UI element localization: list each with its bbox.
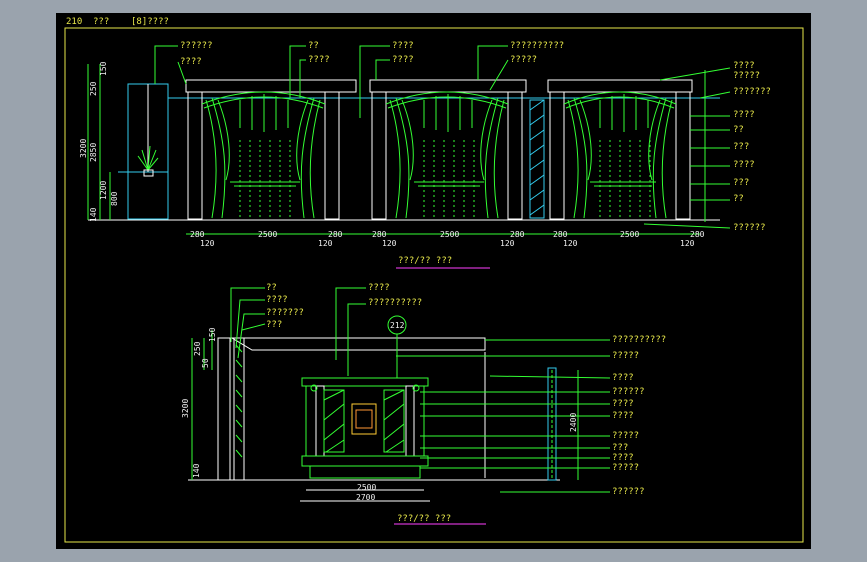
svg-text:2500: 2500 (258, 230, 277, 239)
svg-text:140: 140 (192, 463, 201, 478)
svg-text:??????: ?????? (180, 41, 213, 51)
svg-text:120: 120 (200, 239, 215, 248)
svg-text:???: ??? (612, 443, 628, 453)
svg-text:?????: ????? (612, 431, 639, 441)
svg-text:??: ?? (308, 41, 319, 51)
svg-text:1200: 1200 (99, 181, 108, 200)
svg-text:280: 280 (190, 230, 205, 239)
svg-text:2400: 2400 (569, 413, 578, 432)
svg-text:120: 120 (382, 239, 397, 248)
svg-text:?????: ????? (612, 463, 639, 473)
svg-text:2500: 2500 (440, 230, 459, 239)
svg-text:?????: ????? (612, 351, 639, 361)
svg-text:??????: ?????? (733, 223, 766, 233)
svg-text:????: ???? (612, 411, 634, 421)
svg-text:150: 150 (99, 61, 108, 76)
svg-text:???: ??? (733, 178, 749, 188)
header-code: 210 (66, 17, 82, 27)
svg-text:150: 150 (208, 327, 217, 342)
svg-text:????: ???? (612, 373, 634, 383)
svg-text:800: 800 (110, 191, 119, 206)
svg-text:????: ???? (368, 283, 390, 293)
elevation-2-title: ???/?? ??? (397, 514, 451, 524)
cad-drawing: 210 ??? [8]???? 150 250 3200 2850 1200 8… (64, 17, 804, 543)
svg-text:??????: ?????? (612, 387, 645, 397)
svg-text:???: ??? (733, 142, 749, 152)
svg-text:????: ???? (392, 55, 414, 65)
svg-text:250: 250 (89, 81, 98, 96)
svg-text:280: 280 (510, 230, 525, 239)
svg-text:2700: 2700 (356, 493, 375, 502)
curtain-bay-2 (369, 79, 527, 220)
svg-text:140: 140 (89, 207, 98, 222)
svg-text:????: ???? (612, 453, 634, 463)
bottom-dims-1: 280 120 2500 120 280 280 120 2500 120 28… (190, 230, 705, 248)
svg-text:???: ??? (266, 320, 282, 330)
svg-text:????: ???? (733, 110, 755, 120)
svg-text:??????: ?????? (612, 487, 645, 497)
svg-text:120: 120 (680, 239, 695, 248)
curtain-bay-3 (547, 79, 693, 220)
svg-text:120: 120 (563, 239, 578, 248)
elevation-1-title: ???/?? ??? (398, 256, 452, 266)
svg-text:???????: ??????? (266, 308, 304, 318)
svg-text:??????????: ?????????? (612, 335, 666, 345)
svg-text:??: ?? (266, 283, 277, 293)
svg-text:?????: ????? (733, 71, 760, 81)
svg-text:????: ???? (612, 399, 634, 409)
svg-text:???????: ??????? (733, 87, 771, 97)
svg-text:250: 250 (193, 341, 202, 356)
svg-text:?????: ????? (510, 55, 537, 65)
svg-text:??????????: ?????????? (510, 41, 564, 51)
svg-text:280: 280 (328, 230, 343, 239)
header-bracket: [8]???? (131, 17, 169, 27)
header-word: ??? (93, 17, 109, 27)
svg-text:280: 280 (690, 230, 705, 239)
svg-text:??: ?? (733, 125, 744, 135)
svg-text:????: ???? (308, 55, 330, 65)
svg-text:????: ???? (733, 61, 755, 71)
curtain-bay-1 (185, 79, 357, 220)
svg-text:212: 212 (390, 321, 405, 330)
svg-text:2500: 2500 (357, 483, 376, 492)
elevation-2: 212 ?? ???? ??????? ??? ???? ?????????? … (181, 283, 666, 525)
svg-text:3200: 3200 (181, 399, 190, 418)
svg-text:120: 120 (500, 239, 515, 248)
svg-text:??: ?? (733, 194, 744, 204)
svg-text:????: ???? (392, 41, 414, 51)
svg-text:????: ???? (266, 295, 288, 305)
svg-text:280: 280 (553, 230, 568, 239)
svg-text:280: 280 (372, 230, 387, 239)
svg-text:????: ???? (733, 160, 755, 170)
svg-text:2500: 2500 (620, 230, 639, 239)
svg-text:3200: 3200 (79, 139, 88, 158)
fireplace-unit (301, 377, 429, 479)
svg-text:??????????: ?????????? (368, 298, 422, 308)
svg-text:50: 50 (201, 358, 210, 368)
title-frame (64, 27, 804, 543)
svg-text:2850: 2850 (89, 143, 98, 162)
elevation-1: 150 250 3200 2850 1200 800 140 ?????? ??… (79, 41, 771, 269)
svg-text:120: 120 (318, 239, 333, 248)
svg-text:????: ???? (180, 57, 202, 67)
